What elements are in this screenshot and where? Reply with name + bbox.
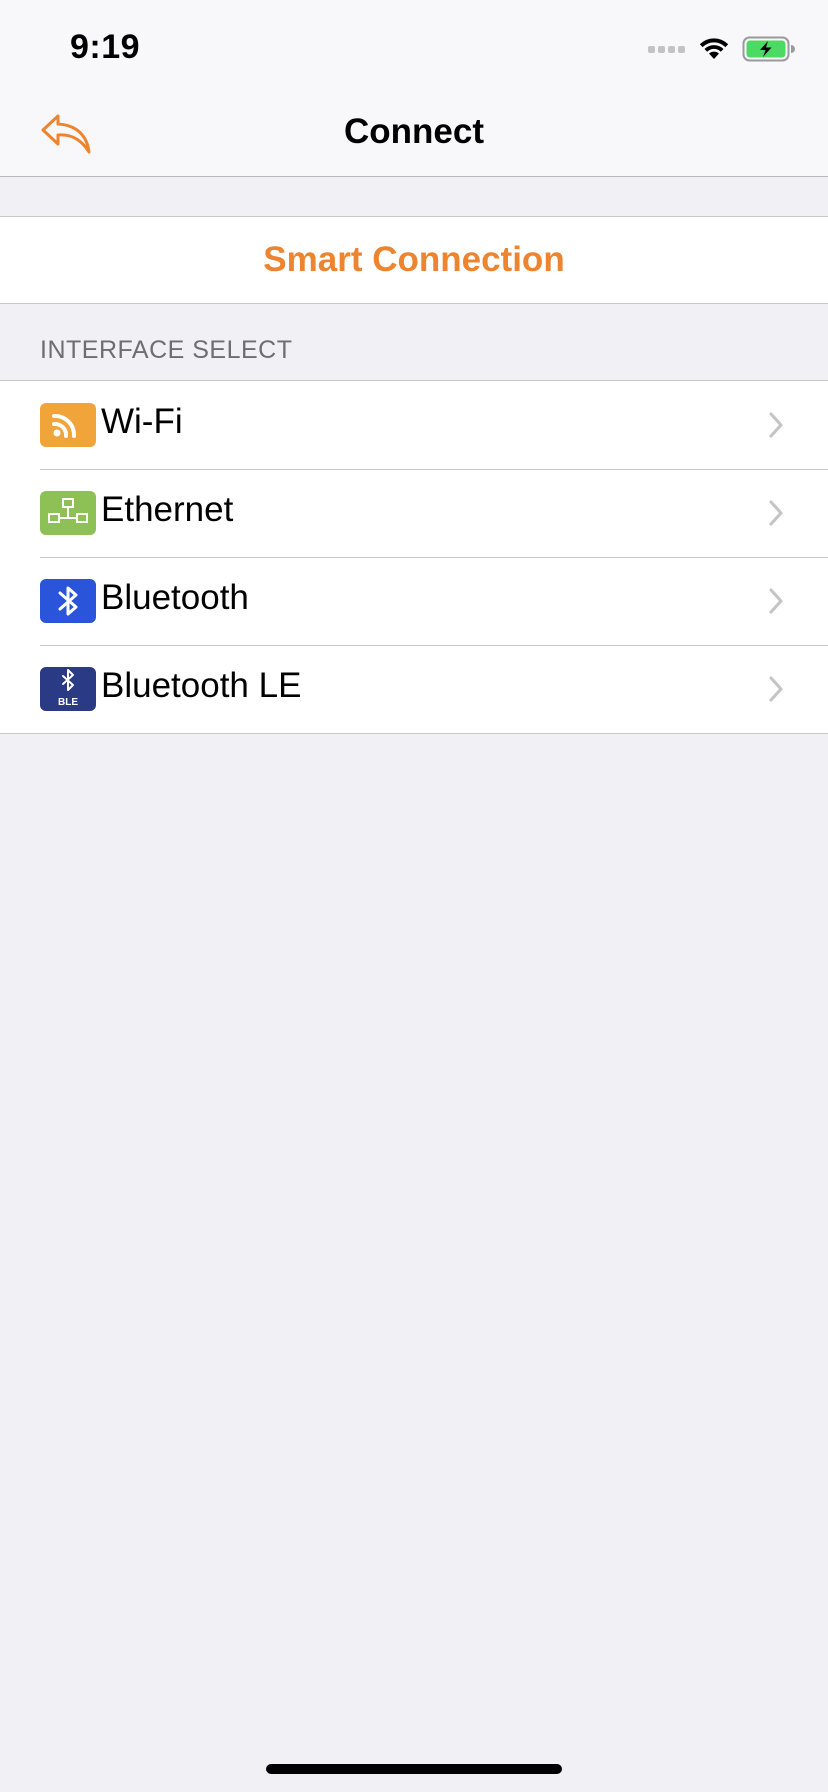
ethernet-icon [40,491,96,535]
interface-label: Ethernet [101,490,234,529]
interface-row-wifi[interactable]: Wi-Fi [0,381,828,469]
chevron-right-icon [769,588,783,614]
bluetooth-icon [40,579,96,623]
interface-label: Bluetooth LE [101,666,302,705]
chevron-right-icon [769,412,783,438]
status-time: 9:19 [70,28,141,66]
navigation-bar: Connect [0,100,828,177]
interface-row-ethernet[interactable]: Ethernet [0,469,828,557]
smart-connection-button[interactable]: Smart Connection [0,216,828,304]
cellular-signal-icon [648,46,685,53]
interface-label: Bluetooth [101,578,249,617]
interface-row-bluetooth[interactable]: Bluetooth [0,557,828,645]
wifi-signal-icon [40,403,96,447]
smart-connection-label: Smart Connection [263,240,565,279]
status-bar: 9:19 [0,0,828,100]
status-icons [648,34,796,64]
interface-row-bluetooth-le[interactable]: BLE Bluetooth LE [0,645,828,733]
section-header: INTERFACE SELECT [40,336,293,364]
chevron-right-icon [769,676,783,702]
chevron-right-icon [769,500,783,526]
bluetooth-le-icon: BLE [40,667,96,711]
interface-list: Wi-Fi Ethernet Bluetooth BLE Bluetooth L… [0,380,828,734]
battery-charging-icon [742,36,795,62]
wifi-status-icon [699,38,729,59]
page-title: Connect [344,112,484,151]
interface-label: Wi-Fi [101,402,183,441]
ble-badge-text: BLE [58,697,78,708]
home-indicator[interactable] [266,1764,562,1774]
